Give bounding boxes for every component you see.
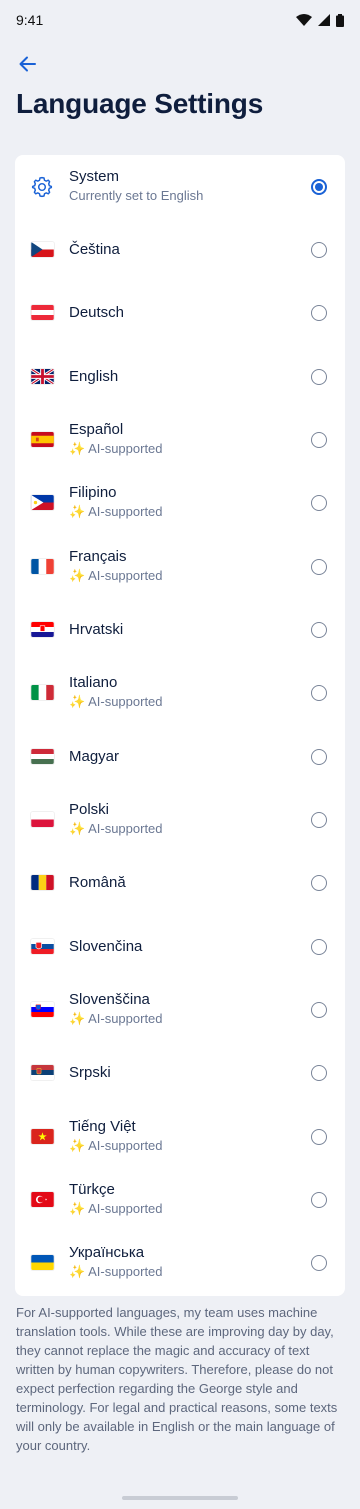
status-icons: [296, 13, 344, 27]
language-label: Tiếng Việt: [69, 1118, 136, 1135]
philippines-flag-icon: [30, 495, 54, 510]
language-option-system[interactable]: System Currently set to English: [15, 155, 345, 218]
language-option-hrvatski[interactable]: Hrvatski: [15, 598, 345, 661]
language-subtitle: Currently set to English: [69, 188, 204, 203]
page-title: Language Settings: [16, 88, 264, 119]
wifi-icon: [296, 14, 312, 26]
language-option-francais[interactable]: Français ✨ AI-supported: [15, 535, 345, 598]
radio-button[interactable]: [311, 304, 327, 321]
language-label: Español: [69, 421, 124, 438]
arrow-left-icon: [19, 56, 36, 72]
radio-button[interactable]: [311, 1001, 327, 1018]
status-time: 9:41: [16, 12, 44, 28]
language-option-espanol[interactable]: Español ✨ AI-supported: [15, 408, 345, 471]
radio-button[interactable]: [311, 938, 327, 955]
language-list: System Currently set to English Čeština …: [15, 155, 345, 1296]
radio-button[interactable]: [311, 368, 327, 385]
radio-button[interactable]: [311, 1191, 327, 1208]
language-label: Magyar: [69, 747, 120, 765]
turkey-flag-icon: [30, 1192, 54, 1207]
language-option-tieng-viet[interactable]: Tiếng Việt ✨ AI-supported: [15, 1105, 345, 1168]
poland-flag-icon: [30, 812, 54, 827]
language-label: Türkçe: [69, 1181, 115, 1198]
czech-flag-icon: [30, 242, 54, 257]
ai-disclaimer-text: For AI-supported languages, my team uses…: [16, 1305, 338, 1453]
gear-icon: [31, 176, 53, 197]
language-label: System: [69, 168, 120, 185]
ai-supported-label: ✨ AI-supported: [69, 504, 163, 519]
radio-button[interactable]: [311, 684, 327, 701]
radio-button[interactable]: [311, 1128, 327, 1145]
language-label: Čeština: [69, 240, 120, 258]
ai-supported-label: ✨ AI-supported: [69, 1011, 163, 1026]
spain-flag-icon: [30, 432, 54, 447]
language-option-slovencina[interactable]: Slovenčina: [15, 915, 345, 978]
signal-icon: [318, 14, 330, 26]
language-label: Slovenčina: [69, 937, 143, 955]
status-bar: 9:41: [0, 0, 360, 40]
france-flag-icon: [30, 559, 54, 574]
language-label: Hrvatski: [69, 620, 124, 638]
language-option-deutsch[interactable]: Deutsch: [15, 281, 345, 344]
language-label: Deutsch: [69, 303, 125, 321]
language-option-italiano[interactable]: Italiano ✨ AI-supported: [15, 661, 345, 724]
romania-flag-icon: [30, 875, 54, 890]
radio-button[interactable]: [311, 1064, 327, 1081]
language-option-english[interactable]: English: [15, 345, 345, 408]
language-label: Română: [69, 873, 126, 891]
radio-button[interactable]: [311, 558, 327, 575]
slovakia-flag-icon: [30, 939, 54, 954]
system-icon-wrap: [15, 176, 69, 198]
italy-flag-icon: [30, 685, 54, 700]
language-label: English: [69, 367, 119, 385]
language-label: Slovenščina: [69, 991, 150, 1008]
hungary-flag-icon: [30, 749, 54, 764]
language-label: Français: [69, 548, 127, 565]
ukraine-flag-icon: [30, 1255, 54, 1270]
home-indicator[interactable]: [122, 1496, 238, 1500]
croatia-flag-icon: [30, 622, 54, 637]
ai-supported-label: ✨ AI-supported: [69, 694, 163, 709]
language-option-turkce[interactable]: Türkçe ✨ AI-supported: [15, 1168, 345, 1231]
ai-supported-label: ✨ AI-supported: [69, 1138, 163, 1153]
ai-supported-label: ✨ AI-supported: [69, 1264, 163, 1279]
radio-button[interactable]: [311, 494, 327, 511]
radio-button[interactable]: [311, 748, 327, 765]
serbia-flag-icon: [30, 1065, 54, 1080]
radio-button[interactable]: [311, 1254, 327, 1271]
austria-flag-icon: [30, 305, 54, 320]
vietnam-flag-icon: [30, 1129, 54, 1144]
radio-button[interactable]: [311, 241, 327, 258]
ai-supported-label: ✨ AI-supported: [69, 821, 163, 836]
slovenia-flag-icon: [30, 1002, 54, 1017]
language-label: Filipino: [69, 484, 117, 501]
ai-supported-label: ✨ AI-supported: [69, 441, 163, 456]
language-label: Srpski: [69, 1063, 111, 1081]
radio-button[interactable]: [311, 811, 327, 828]
ai-supported-label: ✨ AI-supported: [69, 568, 163, 583]
language-option-polski[interactable]: Polski ✨ AI-supported: [15, 788, 345, 851]
ai-supported-label: ✨ AI-supported: [69, 1201, 163, 1216]
language-label: Italiano: [69, 674, 118, 691]
battery-icon: [336, 13, 344, 27]
language-option-ukrainska[interactable]: Українська ✨ AI-supported: [15, 1231, 345, 1294]
radio-button[interactable]: [311, 874, 327, 891]
language-option-cestina[interactable]: Čeština: [15, 218, 345, 281]
language-option-filipino[interactable]: Filipino ✨ AI-supported: [15, 471, 345, 534]
radio-button[interactable]: [311, 621, 327, 638]
language-option-slovenscina[interactable]: Slovenščina ✨ AI-supported: [15, 978, 345, 1041]
language-option-srpski[interactable]: Srpski: [15, 1041, 345, 1104]
radio-button[interactable]: [311, 431, 327, 448]
language-option-magyar[interactable]: Magyar: [15, 725, 345, 788]
language-label: Polski: [69, 801, 110, 818]
uk-flag-icon: [30, 369, 54, 384]
radio-selected[interactable]: [311, 178, 327, 195]
back-button[interactable]: [14, 50, 42, 78]
language-option-romana[interactable]: Română: [15, 851, 345, 914]
language-label: Українська: [69, 1244, 145, 1261]
